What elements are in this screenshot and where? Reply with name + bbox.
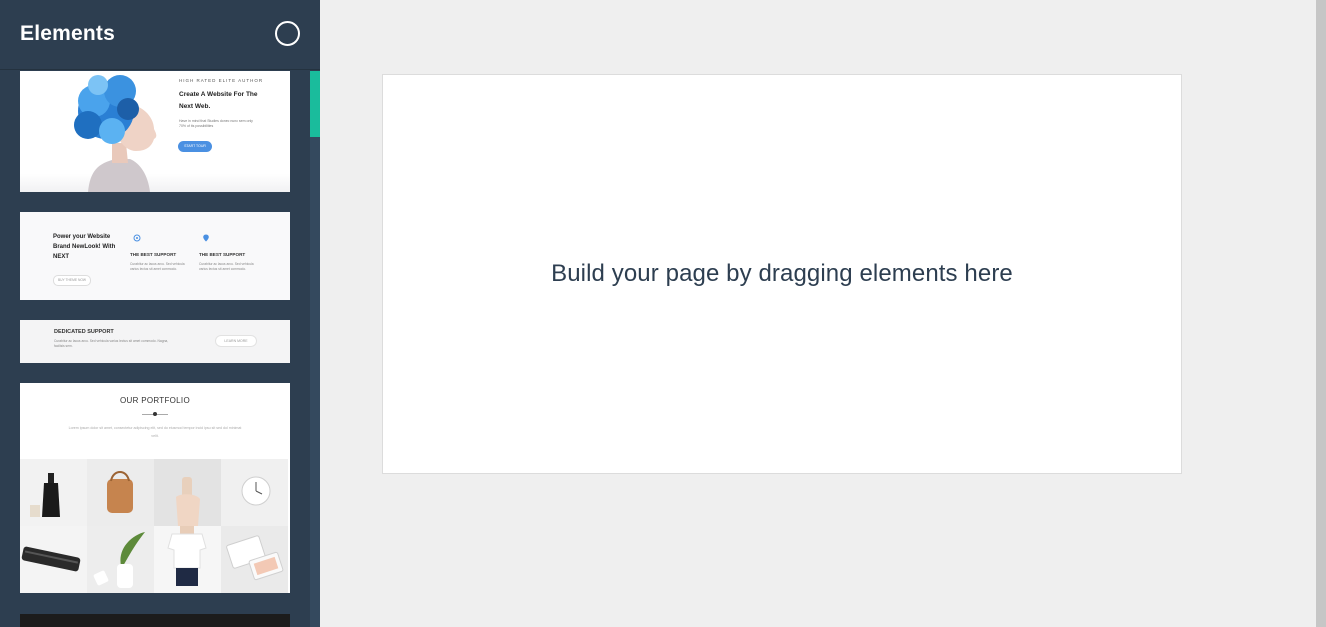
features-title: Power your Website Brand NewLook! With N… — [53, 234, 116, 260]
banner-title: DEDICATED SUPPORT — [54, 329, 114, 335]
hero-eyebrow: HIGH RATED ELITE AUTHOR — [179, 78, 264, 83]
portfolio-image-clock — [221, 459, 288, 526]
elements-sidebar: Elements HIGH RATED ELITE AUTHOR Create … — [0, 0, 320, 627]
portfolio-subtitle: Lorem ipsum dolor sit amet, consectetur … — [68, 426, 242, 438]
sidebar-scrollbar[interactable] — [310, 71, 320, 627]
drop-zone-placeholder: Build your page by dragging elements her… — [551, 260, 1013, 287]
banner-description: Curabitur ac lacus arcu. Sed vehicula va… — [54, 339, 169, 348]
element-thumbnail-banner[interactable]: DEDICATED SUPPORT Curabitur ac lacus arc… — [20, 320, 290, 363]
sidebar-scrollbar-thumb[interactable] — [310, 71, 320, 137]
close-circle-icon[interactable] — [275, 21, 300, 46]
element-thumbnail-hero[interactable]: HIGH RATED ELITE AUTHOR Create A Website… — [20, 71, 290, 192]
portfolio-image-tshirt — [154, 526, 221, 593]
portfolio-title: OUR PORTFOLIO — [120, 396, 190, 405]
banner-button: LEARN MORE — [215, 335, 257, 347]
feature-1-desc: Curabitur ac lacus arcu. Sed vehicula va… — [130, 262, 185, 271]
element-thumbnail-portfolio[interactable]: OUR PORTFOLIO Lorem ipsum dolor sit amet… — [20, 383, 290, 593]
location-pin-icon — [203, 234, 209, 242]
feature-2-title: THE BEST SUPPORT — [199, 252, 246, 257]
portfolio-image-hand — [154, 459, 221, 526]
portfolio-image-vase — [87, 526, 154, 593]
portfolio-image-pencils — [20, 526, 87, 593]
portfolio-divider-dot — [153, 412, 157, 416]
right-scrollbar[interactable] — [1316, 0, 1326, 627]
feature-1-title: THE BEST SUPPORT — [130, 252, 177, 257]
element-thumbnail-dark-section[interactable] — [20, 614, 290, 627]
hero-description: Have in mind that Studies donec nunc sem… — [179, 119, 253, 128]
hero-portrait-image — [74, 75, 157, 192]
sidebar-title: Elements — [20, 22, 115, 45]
support-icon — [133, 234, 141, 242]
page-drop-zone[interactable]: Build your page by dragging elements her… — [382, 74, 1182, 474]
portfolio-grid — [20, 459, 290, 593]
portfolio-image-bag — [87, 459, 154, 526]
portfolio-image-devices — [221, 526, 288, 593]
hero-cta-button: START TOUR — [178, 141, 212, 152]
sidebar-header: Elements — [0, 0, 320, 70]
element-thumbnail-features[interactable]: Power your Website Brand NewLook! With N… — [20, 212, 290, 300]
hero-headline: Create A Website For The Next Web. — [179, 91, 258, 110]
portfolio-image-bottle — [20, 459, 87, 526]
feature-2-desc: Curabitur ac lacus arcu. Sed vehicula va… — [199, 262, 254, 271]
features-button: BUY THEME NOW — [53, 275, 91, 286]
